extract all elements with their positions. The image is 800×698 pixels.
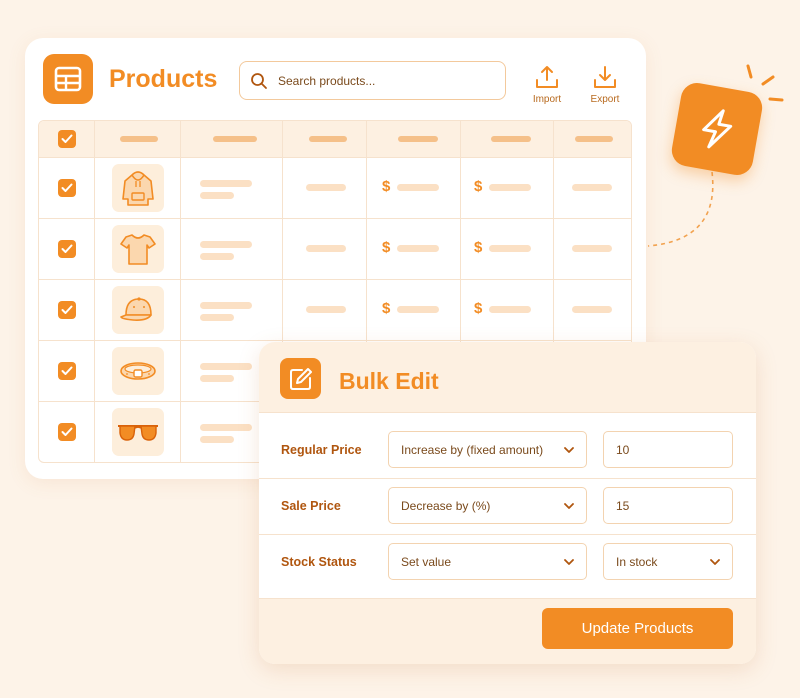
column-header-placeholder [309, 136, 347, 142]
bulk-edit-panel: Bulk Edit Regular Price Increase by (fix… [259, 342, 756, 664]
product-thumbnail [112, 286, 164, 334]
check-icon [61, 183, 73, 192]
text-placeholder [200, 363, 252, 370]
select-value: Decrease by (%) [401, 498, 491, 513]
stock-status-label: Stock Status [281, 555, 357, 569]
check-icon [61, 244, 73, 253]
text-placeholder [200, 253, 234, 260]
search-box[interactable] [239, 61, 506, 100]
text-placeholder [397, 184, 439, 191]
chevron-down-icon [564, 559, 574, 565]
select-value: In stock [616, 554, 658, 569]
sale-price-value-input[interactable]: 15 [603, 487, 733, 524]
text-placeholder [572, 306, 612, 313]
update-products-button[interactable]: Update Products [542, 608, 733, 649]
connector-dashed-line [647, 171, 714, 247]
currency-symbol: $ [382, 178, 391, 195]
row-checkbox[interactable] [58, 362, 76, 380]
bulk-edit-title: Bulk Edit [339, 368, 439, 394]
column-header-placeholder [575, 136, 613, 142]
upload-icon [536, 66, 558, 88]
cap-icon [120, 297, 152, 321]
product-thumbnail [112, 347, 164, 395]
column-header-placeholder [213, 136, 257, 142]
text-placeholder [200, 424, 252, 431]
t-shirt-icon [120, 234, 156, 265]
column-header-placeholder [120, 136, 158, 142]
select-all-checkbox[interactable] [58, 130, 76, 148]
currency-symbol: $ [382, 300, 391, 317]
text-placeholder [489, 306, 531, 313]
text-placeholder [200, 302, 252, 309]
column-header-placeholder [398, 136, 438, 142]
page-title: Products [109, 65, 218, 93]
table-row[interactable]: $ $ [39, 280, 631, 341]
stock-status-action-select[interactable]: Set value [388, 543, 587, 580]
lightning-bolt-icon [669, 80, 765, 178]
text-placeholder [200, 192, 234, 199]
chevron-down-icon [710, 559, 720, 565]
table-header [39, 121, 631, 158]
table-row[interactable]: $ $ [39, 219, 631, 280]
sunglasses-icon [118, 425, 158, 441]
currency-symbol: $ [474, 300, 483, 317]
text-placeholder [306, 306, 346, 313]
regular-price-value-input[interactable]: 10 [603, 431, 733, 468]
table-icon [43, 54, 93, 104]
text-placeholder [200, 314, 234, 321]
export-label: Export [590, 94, 620, 105]
text-placeholder [200, 375, 234, 382]
edit-icon [280, 358, 321, 399]
stock-status-value-select[interactable]: In stock [603, 543, 733, 580]
text-placeholder [397, 245, 439, 252]
text-placeholder [489, 245, 531, 252]
input-value: 10 [616, 442, 630, 457]
export-button[interactable]: Export [580, 64, 630, 105]
check-icon [61, 305, 73, 314]
text-placeholder [306, 184, 346, 191]
row-checkbox[interactable] [58, 301, 76, 319]
chevron-down-icon [564, 503, 574, 509]
import-button[interactable]: Import [522, 64, 572, 105]
text-placeholder [200, 241, 252, 248]
product-thumbnail [112, 225, 164, 273]
check-icon [61, 427, 73, 436]
product-thumbnail [112, 164, 164, 212]
import-label: Import [532, 94, 562, 105]
currency-symbol: $ [474, 239, 483, 256]
currency-symbol: $ [474, 178, 483, 195]
search-input[interactable] [278, 73, 498, 88]
regular-price-action-select[interactable]: Increase by (fixed amount) [388, 431, 587, 468]
column-header-placeholder [491, 136, 531, 142]
text-placeholder [489, 184, 531, 191]
sale-price-action-select[interactable]: Decrease by (%) [388, 487, 587, 524]
chevron-down-icon [564, 447, 574, 453]
check-icon [61, 134, 73, 143]
row-checkbox[interactable] [58, 240, 76, 258]
select-value: Increase by (fixed amount) [401, 442, 544, 457]
download-icon [594, 66, 616, 88]
row-checkbox[interactable] [58, 423, 76, 441]
currency-symbol: $ [382, 239, 391, 256]
hoodie-icon [122, 171, 154, 206]
text-placeholder [572, 184, 612, 191]
sale-price-label: Sale Price [281, 499, 341, 513]
search-icon [251, 72, 267, 89]
product-thumbnail [112, 408, 164, 456]
text-placeholder [397, 306, 439, 313]
check-icon [61, 366, 73, 375]
row-checkbox[interactable] [58, 179, 76, 197]
input-value: 15 [616, 498, 630, 513]
select-value: Set value [401, 554, 452, 569]
bulk-edit-header [259, 342, 756, 413]
text-placeholder [200, 436, 234, 443]
text-placeholder [200, 180, 252, 187]
regular-price-label: Regular Price [281, 443, 362, 457]
text-placeholder [572, 245, 612, 252]
text-placeholder [306, 245, 346, 252]
belt-icon [120, 362, 156, 380]
table-row[interactable]: $ $ [39, 158, 631, 219]
